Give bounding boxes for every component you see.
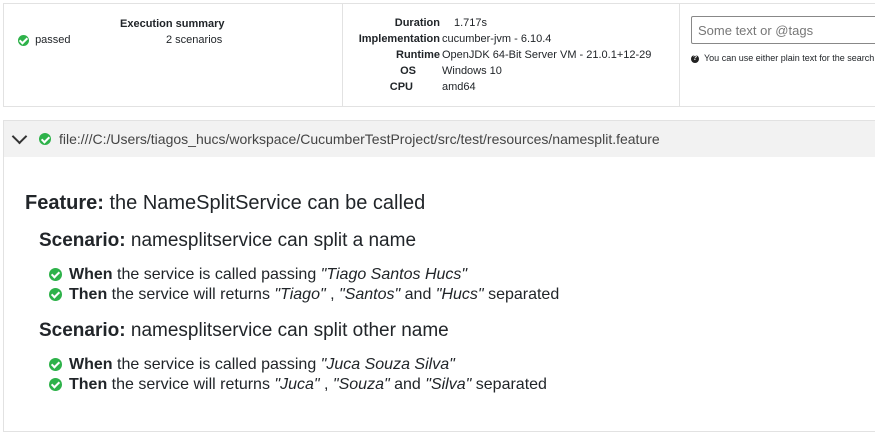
search-help: ? You can use either plain text for the s… <box>691 53 875 63</box>
scenario-title: Scenario: namesplitservice can split a n… <box>39 230 416 252</box>
step-text: and <box>394 376 421 393</box>
step-text: , <box>330 286 335 303</box>
step-text: separated <box>475 376 547 393</box>
search-column: ? You can use either plain text for the s… <box>679 4 875 106</box>
step-keyword: Then <box>69 376 108 393</box>
step-text: the service will returns <box>111 286 270 303</box>
detail-key: CPU <box>389 81 413 93</box>
step-argument: "Tiago Santos Hucs" <box>320 266 468 283</box>
step-line: When the service is called passing "Juca… <box>49 356 455 374</box>
feature-file-header[interactable]: file:///C:/Users/tiagos_hucs/workspace/C… <box>4 121 875 157</box>
step-argument: "Hucs" <box>435 286 484 303</box>
scenario-count: 2 scenarios <box>166 34 223 46</box>
detail-key: Duration <box>394 17 440 29</box>
scenario-keyword: Scenario: <box>39 320 126 341</box>
step-keyword: Then <box>69 286 108 303</box>
step-line: Then the service will returns "Juca" , "… <box>49 376 547 394</box>
step-argument: "Souza" <box>332 376 390 393</box>
execution-summary-title: Execution summary <box>120 18 225 30</box>
detail-key: Runtime <box>396 49 440 61</box>
scenario-title: Scenario: namesplitservice can split oth… <box>39 320 449 342</box>
search-input[interactable] <box>691 16 875 44</box>
step-text: separated <box>488 286 560 303</box>
question-circle-icon: ? <box>691 54 699 63</box>
step-keyword: When <box>69 266 113 283</box>
step-text: and <box>404 286 432 303</box>
status-label: passed <box>35 34 71 46</box>
step-keyword: When <box>69 356 113 373</box>
detail-value: OpenJDK 64-Bit Server VM - 21.0.1+12-29 <box>442 49 652 61</box>
detail-value: amd64 <box>442 81 476 93</box>
check-circle-icon <box>18 34 29 46</box>
execution-summary-panel: Execution summary passed 2 scenarios Dur… <box>3 3 875 107</box>
summary-details-column: Duration 1.717s Implementation cucumber-… <box>342 4 680 106</box>
chevron-down-icon[interactable] <box>11 128 28 145</box>
check-circle-icon <box>49 268 62 282</box>
feature-file-panel: file:///C:/Users/tiagos_hucs/workspace/C… <box>3 120 875 432</box>
scenario-name: namesplitservice can split other name <box>130 320 449 341</box>
step-text: the service is called passing <box>117 266 317 283</box>
feature-title: Feature: the NameSplitService can be cal… <box>25 192 425 215</box>
feature-name: the NameSplitService can be called <box>109 192 426 214</box>
step-argument: "Silva" <box>425 376 472 393</box>
detail-value: Windows 10 <box>442 65 502 77</box>
step-text: the service is called passing <box>117 356 317 373</box>
step-line: When the service is called passing "Tiag… <box>49 266 467 284</box>
step-argument: "Santos" <box>339 286 401 303</box>
check-circle-icon <box>49 378 62 392</box>
check-circle-icon <box>49 288 62 302</box>
status-line: passed <box>18 34 71 46</box>
step-line: Then the service will returns "Tiago" , … <box>49 286 559 304</box>
detail-value: cucumber-jvm - 6.10.4 <box>442 33 552 45</box>
step-argument: "Tiago" <box>274 286 326 303</box>
feature-file-path: file:///C:/Users/tiagos_hucs/workspace/C… <box>59 131 660 147</box>
detail-key: Implementation <box>358 33 440 45</box>
detail-key: OS <box>400 65 416 77</box>
detail-value: 1.717s <box>454 17 488 29</box>
check-circle-icon <box>39 133 51 145</box>
feature-keyword: Feature: <box>25 192 104 214</box>
scenario-keyword: Scenario: <box>39 230 126 251</box>
step-text: , <box>324 376 329 393</box>
scenario-name: namesplitservice can split a name <box>130 230 417 251</box>
step-argument: "Juca" <box>274 376 320 393</box>
step-text: the service will returns <box>111 376 270 393</box>
step-argument: "Juca Souza Silva" <box>320 356 455 373</box>
search-help-text: You can use either plain text for the se… <box>704 53 875 63</box>
check-circle-icon <box>49 358 62 372</box>
